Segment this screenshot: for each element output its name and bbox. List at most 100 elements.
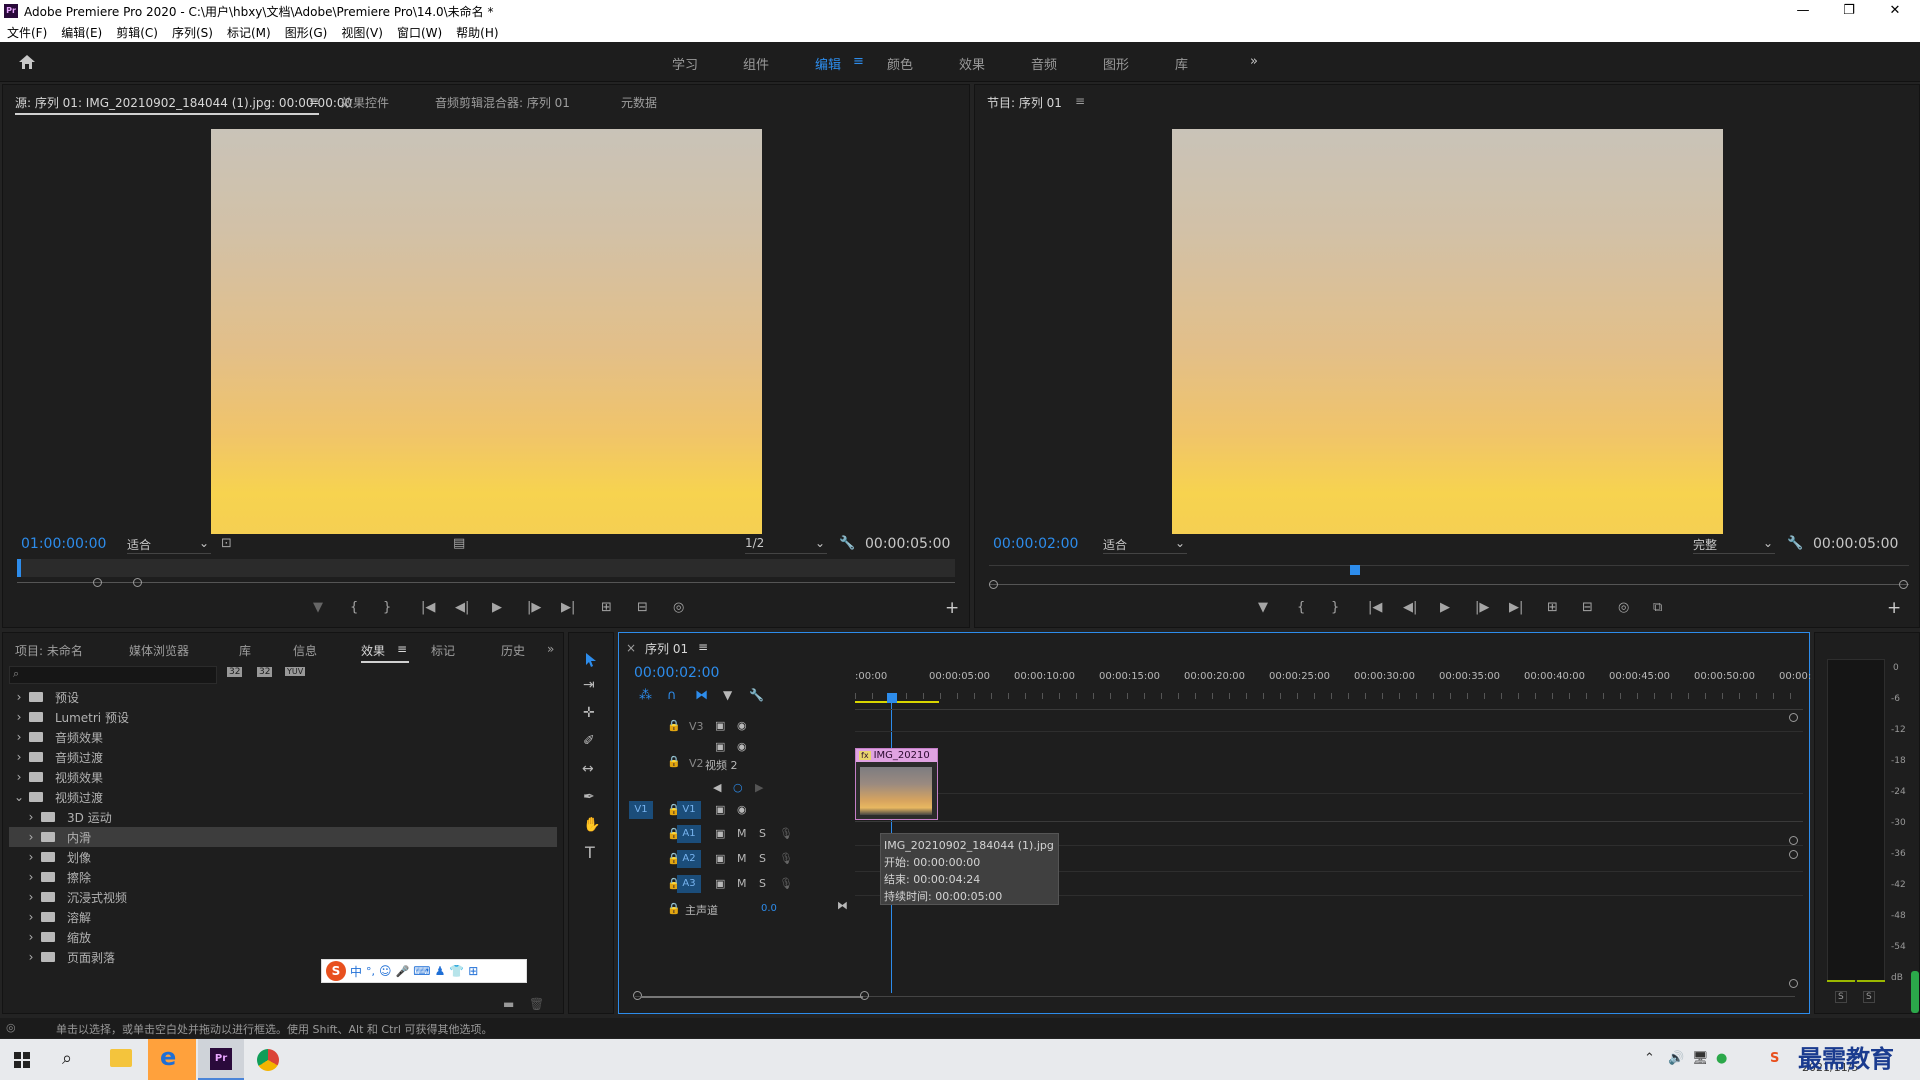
tab-audio-clip-mixer[interactable]: 音频剪辑混合器: 序列 01	[435, 94, 570, 111]
video-scroll-handle[interactable]	[1789, 836, 1798, 845]
mute-button[interactable]: M	[737, 852, 747, 865]
workspace-effects[interactable]: 效果	[959, 54, 985, 73]
ripple-edit-tool-icon[interactable]: ✛	[583, 705, 595, 721]
menu-markers[interactable]: 标记(M)	[220, 24, 278, 41]
tree-item-3d-motion[interactable]: › 3D 运动	[9, 807, 557, 827]
solo-button[interactable]: S	[759, 877, 766, 890]
tab-metadata[interactable]: 元数据	[621, 94, 657, 111]
workspace-audio[interactable]: 音频	[1031, 54, 1057, 73]
solo-button[interactable]: S	[759, 852, 766, 865]
workspace-editing[interactable]: 编辑	[815, 54, 841, 73]
track-select-tool-icon[interactable]: ⇥	[583, 677, 595, 693]
zoom-handle-right[interactable]	[1899, 580, 1908, 589]
extract-button[interactable]: ⊟	[1582, 600, 1593, 615]
hand-tool-icon[interactable]: ✋	[583, 817, 600, 833]
source-fit-dropdown[interactable]: 适合 ⌄	[127, 536, 211, 554]
tree-item-lumetri-presets[interactable]: › Lumetri 预设	[9, 707, 557, 727]
timeline-zoom-range[interactable]	[641, 996, 863, 998]
program-fit-dropdown[interactable]: 适合 ⌄	[1103, 536, 1187, 554]
pen-tool-icon[interactable]: ✒	[583, 789, 595, 805]
selection-tool-icon[interactable]	[584, 652, 598, 668]
go-to-out-button[interactable]: ▶|	[561, 600, 575, 615]
audio-scroll-handle[interactable]	[1789, 979, 1798, 988]
close-sequence-icon[interactable]: ×	[626, 641, 636, 655]
zoom-handle-left[interactable]	[989, 580, 998, 589]
step-forward-button[interactable]: |▶	[1475, 600, 1489, 615]
ime-emoji-icon[interactable]: ☺	[379, 964, 392, 978]
edge-taskbar-button[interactable]: e	[148, 1039, 196, 1080]
windows-start-icon[interactable]	[14, 1052, 30, 1068]
sync-lock-icon[interactable]: ▣	[715, 852, 725, 865]
tab-info[interactable]: 信息	[293, 642, 317, 659]
microphone-icon[interactable]: 🎙	[779, 877, 793, 890]
menu-graphics[interactable]: 图形(G)	[278, 24, 335, 41]
source-timecode[interactable]: 01:00:00:00	[21, 536, 106, 552]
more-panels-button[interactable]: »	[547, 642, 554, 656]
wrench-icon[interactable]: 🔧	[749, 688, 764, 702]
add-keyframe-icon[interactable]: ○	[733, 781, 743, 794]
ime-voice-icon[interactable]: 🎤	[396, 965, 410, 978]
add-marker-icon[interactable]: ▼	[723, 688, 732, 702]
solo-right-button[interactable]: S	[1863, 991, 1875, 1003]
chrome-icon[interactable]	[257, 1049, 279, 1071]
32-bit-effects-icon[interactable]: 32	[257, 667, 273, 677]
mark-in-button[interactable]: {	[350, 600, 358, 615]
mute-button[interactable]: M	[737, 827, 747, 840]
sync-lock-icon[interactable]: ▣	[715, 877, 725, 890]
yuv-effects-icon[interactable]: YUV	[285, 667, 306, 676]
ime-toolbox-icon[interactable]: ⊞	[468, 964, 478, 978]
effects-search-input[interactable]: ⌕	[9, 666, 217, 684]
razor-tool-icon[interactable]: ✐	[583, 733, 595, 749]
menu-window[interactable]: 窗口(W)	[390, 24, 449, 41]
tree-item-video-transitions[interactable]: ⌄ 视频过渡	[9, 787, 557, 807]
more-workspaces-button[interactable]: »	[1250, 54, 1258, 69]
track-target-a2[interactable]: A2	[677, 850, 701, 868]
tray-app-icon[interactable]: ●	[1716, 1051, 1727, 1066]
workspace-graphics[interactable]: 图形	[1103, 54, 1129, 73]
program-timecode[interactable]: 00:00:02:00	[993, 536, 1078, 552]
slip-tool-icon[interactable]: ↔	[582, 761, 594, 777]
network-icon[interactable]: 🖥	[1692, 1051, 1709, 1066]
accelerated-effects-icon[interactable]: 32	[227, 667, 243, 677]
tab-program[interactable]: 节目: 序列 01	[987, 94, 1062, 111]
overwrite-button[interactable]: ⊟	[637, 600, 648, 615]
compare-view-button[interactable]: ⧉	[1653, 600, 1662, 615]
ime-punctuation[interactable]: °,	[366, 965, 375, 978]
add-marker-button[interactable]: ▼	[1258, 600, 1268, 615]
program-quality-dropdown[interactable]: 完整 ⌄	[1693, 536, 1775, 554]
mark-in-button[interactable]: {	[1297, 600, 1305, 615]
menu-sequence[interactable]: 序列(S)	[165, 24, 220, 41]
tab-libraries[interactable]: 库	[239, 642, 251, 659]
lock-icon[interactable]: 🔒	[667, 902, 681, 915]
file-explorer-icon[interactable]	[110, 1049, 132, 1067]
menu-clip[interactable]: 剪辑(C)	[109, 24, 165, 41]
source-playhead[interactable]	[17, 559, 21, 577]
add-marker-button[interactable]: ▼	[313, 600, 323, 615]
insert-settings-icon[interactable]: ⊡	[221, 536, 232, 551]
menu-file[interactable]: 文件(F)	[0, 24, 54, 41]
tree-item-dissolve[interactable]: › 溶解	[9, 907, 557, 927]
timeline-timecode[interactable]: 00:00:02:00	[634, 665, 719, 681]
tree-item-zoom[interactable]: › 缩放	[9, 927, 557, 947]
zoom-handle-left[interactable]	[93, 578, 102, 587]
program-panel-menu-icon[interactable]: ≡	[1075, 94, 1085, 108]
insert-button[interactable]: ⊞	[601, 600, 612, 615]
step-back-button[interactable]: ◀|	[1403, 600, 1417, 615]
home-icon[interactable]	[18, 54, 36, 70]
menu-view[interactable]: 视图(V)	[334, 24, 390, 41]
microphone-icon[interactable]: 🎙	[779, 827, 793, 840]
tree-item-iris[interactable]: › 划像	[9, 847, 557, 867]
play-button[interactable]: ▶	[492, 600, 502, 615]
tree-item-video-effects[interactable]: › 视频效果	[9, 767, 557, 787]
sync-lock-icon[interactable]: ▣	[715, 740, 725, 753]
source-zoom-bar[interactable]	[17, 582, 955, 583]
tree-item-audio-transitions[interactable]: › 音频过渡	[9, 747, 557, 767]
video-scroll-handle[interactable]	[1789, 713, 1798, 722]
sync-lock-icon[interactable]: ▣	[715, 719, 725, 732]
workspace-menu-icon[interactable]: ≡	[853, 54, 864, 69]
effects-panel-menu-icon[interactable]: ≡	[397, 642, 407, 656]
play-button[interactable]: ▶	[1440, 600, 1450, 615]
ime-toolbar[interactable]: S 中 °, ☺ 🎤 ⌨ ♟ 👕 ⊞	[321, 959, 527, 983]
program-zoom-bar[interactable]	[989, 584, 1909, 585]
go-to-in-button[interactable]: |◀	[421, 600, 435, 615]
